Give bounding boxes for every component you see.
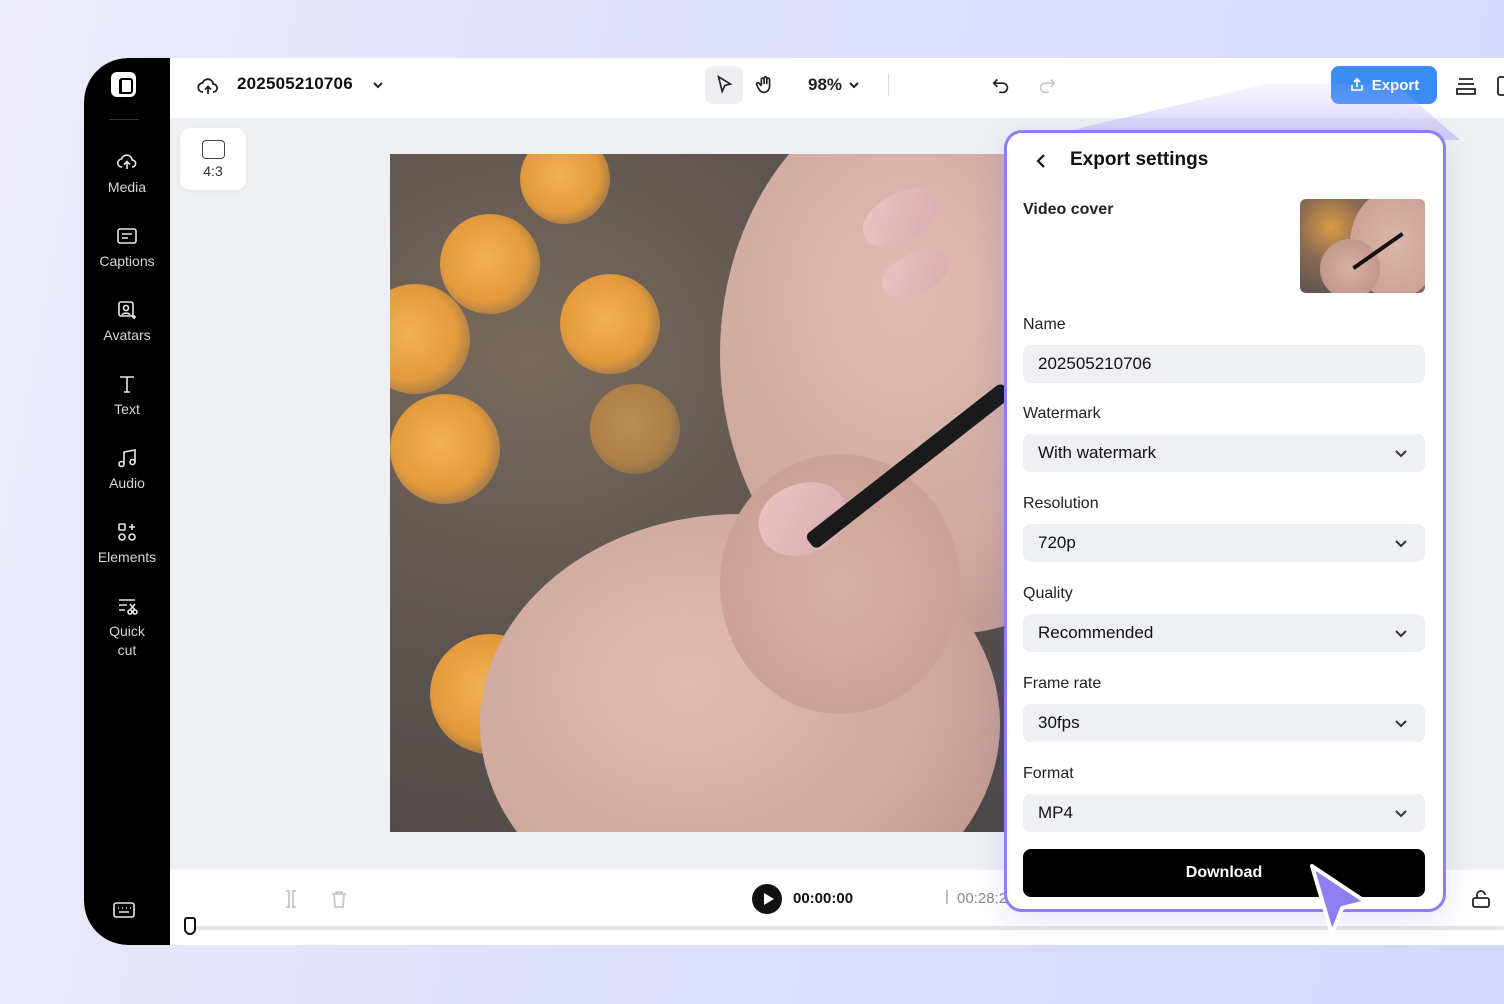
name-value: 202505210706 — [1038, 354, 1152, 373]
name-label: Name — [1023, 316, 1066, 333]
sidebar-item-quick-cut[interactable]: Quick cut — [84, 594, 170, 660]
mouse-cursor-icon — [1310, 864, 1368, 936]
music-note-icon — [118, 449, 136, 468]
sidebar-item-label: Text — [114, 401, 140, 417]
sidebar-item-label: Avatars — [103, 327, 151, 343]
captions-icon — [117, 228, 137, 244]
framerate-label: Frame rate — [1023, 675, 1102, 692]
chevron-down-icon — [1393, 715, 1409, 731]
trash-icon[interactable] — [328, 888, 350, 910]
cloud-sync-icon[interactable] — [196, 74, 220, 98]
video-preview[interactable] — [390, 154, 1090, 832]
back-arrow-icon[interactable] — [1031, 151, 1051, 171]
quality-value: Recommended — [1038, 623, 1154, 642]
undo-button[interactable] — [982, 66, 1020, 104]
aspect-ratio-button[interactable]: 4:3 — [180, 128, 246, 190]
aspect-ratio-icon — [201, 139, 225, 159]
play-button[interactable] — [752, 884, 782, 914]
aspect-ratio-label: 4:3 — [203, 162, 223, 179]
sidebar-item-label: Captions — [99, 253, 155, 269]
sidebar-item-label: Elements — [97, 549, 157, 565]
cloud-upload-icon — [116, 154, 137, 169]
quality-select[interactable]: Recommended — [1023, 614, 1425, 652]
sidebar-item-label: Audio — [109, 475, 145, 491]
sidebar-divider — [109, 119, 139, 120]
bokeh-light — [520, 154, 610, 224]
sidebar-item-media[interactable]: Media — [84, 150, 170, 197]
playhead-handle[interactable] — [184, 917, 196, 935]
time-separator: | — [945, 888, 949, 905]
quality-label: Quality — [1023, 585, 1073, 602]
pointer-icon — [717, 74, 733, 94]
keyboard-icon[interactable] — [112, 900, 136, 920]
export-settings-panel: Export settings Video cover Name 2025052… — [1004, 130, 1446, 912]
resolution-label: Resolution — [1023, 495, 1099, 512]
chevron-down-icon — [1393, 535, 1409, 551]
framerate-value: 30fps — [1038, 713, 1080, 732]
watermark-value: With watermark — [1038, 443, 1157, 462]
sidebar-item-label-line2: cut — [117, 642, 137, 658]
panel-layout-icon[interactable] — [1494, 73, 1504, 99]
resolution-value: 720p — [1038, 533, 1076, 552]
format-select[interactable]: MP4 — [1023, 794, 1425, 832]
video-cover-label: Video cover — [1023, 201, 1114, 218]
format-value: MP4 — [1038, 803, 1073, 822]
redo-button[interactable] — [1028, 66, 1066, 104]
video-cover-thumbnail[interactable] — [1300, 199, 1425, 293]
sidebar-item-text[interactable]: Text — [84, 372, 170, 419]
toolbar-divider — [888, 74, 889, 96]
bokeh-light — [390, 394, 500, 504]
sidebar-item-audio[interactable]: Audio — [84, 446, 170, 493]
elements-icon — [118, 523, 136, 541]
hand-icon — [755, 75, 771, 94]
sidebar-item-label: Media — [107, 179, 147, 195]
hand-tool-button[interactable] — [746, 66, 784, 104]
format-label: Format — [1023, 765, 1074, 782]
undo-icon — [992, 78, 1009, 94]
zoom-level[interactable]: 98% — [808, 75, 842, 95]
sidebar-item-captions[interactable]: Captions — [84, 224, 170, 271]
avatar-icon — [118, 301, 136, 319]
app-logo[interactable] — [111, 72, 136, 97]
text-icon — [120, 376, 134, 393]
chevron-down-icon[interactable] — [846, 77, 862, 93]
chevron-down-icon[interactable] — [370, 77, 386, 93]
layers-icon[interactable] — [1453, 73, 1479, 99]
watermark-select[interactable]: With watermark — [1023, 434, 1425, 472]
split-icon[interactable] — [280, 888, 302, 910]
chevron-down-icon — [1393, 625, 1409, 641]
redo-icon — [1039, 78, 1056, 94]
sidebar-item-elements[interactable]: Elements — [84, 520, 170, 567]
bokeh-light — [440, 214, 540, 314]
chevron-down-icon — [1393, 445, 1409, 461]
bokeh-light — [560, 274, 660, 374]
framerate-select[interactable]: 30fps — [1023, 704, 1425, 742]
sidebar-item-avatars[interactable]: Avatars — [84, 298, 170, 345]
lock-icon[interactable] — [1470, 888, 1492, 910]
current-time: 00:00:00 — [793, 890, 854, 907]
resolution-select[interactable]: 720p — [1023, 524, 1425, 562]
bokeh-light — [590, 384, 680, 474]
watermark-label: Watermark — [1023, 405, 1101, 422]
chevron-down-icon — [1393, 805, 1409, 821]
select-tool-button[interactable] — [705, 66, 743, 104]
project-title[interactable]: 202505210706 — [237, 74, 353, 94]
quick-cut-icon — [119, 599, 138, 615]
left-sidebar: Media Captions Avatars Text Audio Elemen… — [84, 58, 170, 945]
name-input[interactable]: 202505210706 — [1023, 345, 1425, 383]
sidebar-item-label: Quick — [109, 623, 145, 639]
background-frame: Media Captions Avatars Text Audio Elemen… — [0, 0, 1504, 1004]
panel-title: Export settings — [1070, 149, 1209, 170]
